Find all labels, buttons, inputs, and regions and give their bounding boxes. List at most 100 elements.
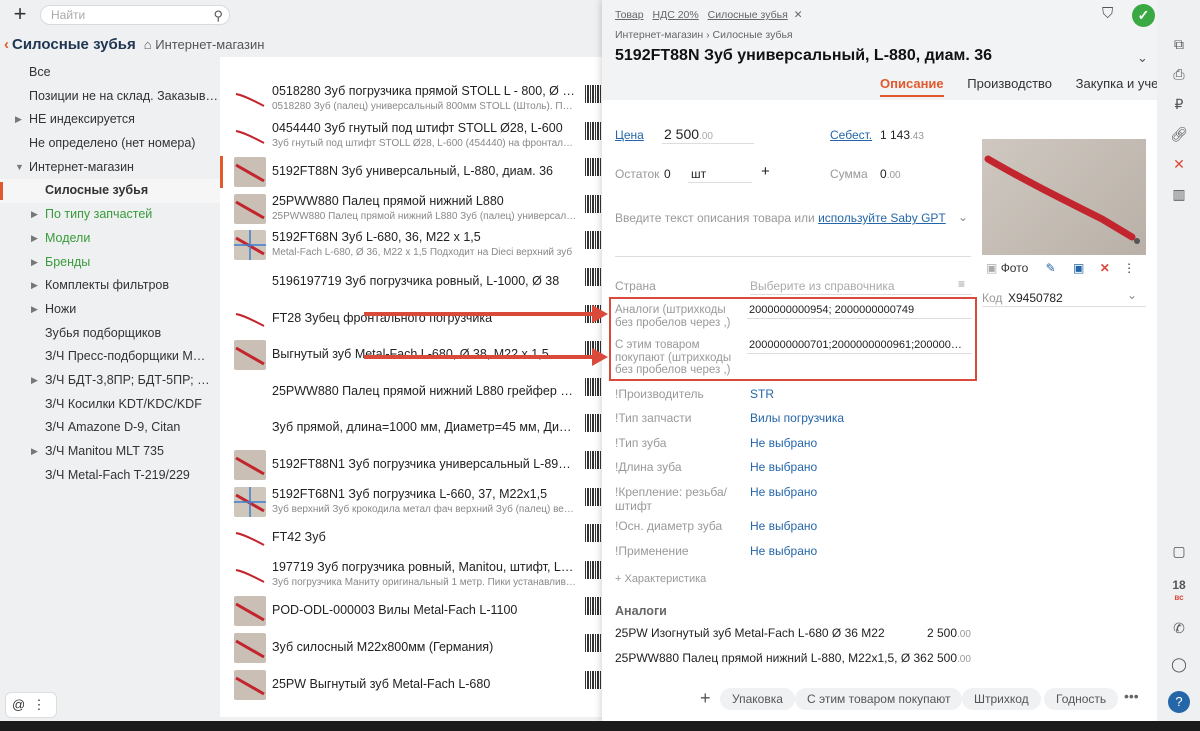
calendar-icon[interactable]: 18 вс xyxy=(1169,579,1189,603)
tree-item[interactable]: Не определено (нет номера) xyxy=(0,132,220,156)
expand-right-icon[interactable]: ▶ xyxy=(31,298,38,322)
phone-icon[interactable]: ✆ xyxy=(1169,620,1189,637)
chip-barcode[interactable]: Штрихкод xyxy=(962,688,1041,710)
expand-right-icon[interactable]: ▶ xyxy=(31,440,38,464)
filter-icon[interactable]: ⛉ xyxy=(1102,5,1113,22)
chevron-down-icon[interactable]: ⌄ xyxy=(1137,50,1148,66)
tree-item[interactable]: Позиции не на склад. Заказыв… xyxy=(0,85,220,109)
add-button[interactable]: + xyxy=(8,3,32,26)
tree-item[interactable]: Все xyxy=(0,61,220,85)
tree-item[interactable]: З/Ч Косилки KDT/KDC/KDF xyxy=(0,393,220,417)
tab-description[interactable]: Описание xyxy=(880,76,944,97)
tree-item[interactable]: ▶ По типу запчастей xyxy=(0,203,220,227)
property-value[interactable]: Не выбрано xyxy=(750,485,817,499)
tree-item[interactable]: З/Ч Пресс-подборщики М… xyxy=(0,345,220,369)
list-item[interactable]: Зуб прямой, длина=1000 мм, Диаметр=45 мм… xyxy=(220,410,602,446)
chip-shelf-life[interactable]: Годность xyxy=(1044,688,1119,710)
photo-button[interactable]: Фото xyxy=(1001,261,1029,275)
tree-item[interactable]: ▶ Ножи xyxy=(0,298,220,322)
tree-item[interactable]: З/Ч Metal-Fach T-219/229 xyxy=(0,464,220,488)
add-characteristic-button[interactable]: + Характеристика xyxy=(615,573,706,585)
tree-item[interactable]: ▶ Комплекты фильтров xyxy=(0,274,220,298)
search-icon[interactable]: ⚲ xyxy=(213,7,223,25)
link-icon[interactable]: 🔗︎ xyxy=(1169,126,1189,143)
breadcrumb[interactable]: ⌂ Интернет-магазин xyxy=(144,37,265,52)
more-vert-icon[interactable]: ⋮ xyxy=(1123,261,1135,275)
at-icon[interactable]: @ xyxy=(12,697,25,712)
country-select[interactable]: Выберите из справочника xyxy=(750,279,895,293)
expand-right-icon[interactable]: ▶ xyxy=(15,108,22,132)
property-value[interactable]: Не выбрано xyxy=(750,544,817,558)
copy-icon[interactable]: ⧉ xyxy=(1169,36,1189,53)
more-chips-icon[interactable]: ••• xyxy=(1124,688,1139,704)
edit-icon[interactable]: ✎ xyxy=(1046,261,1056,275)
list-item[interactable]: 25PW Выгнутый зуб Metal-Fach L-680 xyxy=(220,667,602,703)
expand-right-icon[interactable]: ▶ xyxy=(31,227,38,251)
unit-select[interactable]: шт xyxy=(691,167,706,181)
expand-right-icon[interactable]: ▶ xyxy=(31,203,38,227)
search-input[interactable]: Найти ⚲ xyxy=(40,5,230,25)
cancel-icon[interactable]: ✕ xyxy=(1169,156,1189,173)
code-value[interactable]: Х9450782 xyxy=(1008,291,1063,305)
list-item[interactable]: 5196197719 Зуб погрузчика ровный, L-1000… xyxy=(220,264,602,300)
save-ok-button[interactable]: ✓ xyxy=(1132,4,1155,27)
list-item[interactable]: 197719 Зуб погрузчика ровный, Manitou, ш… xyxy=(220,557,602,593)
back-icon[interactable]: ‹ xyxy=(4,36,9,53)
bottom-tools[interactable]: @ ⋮ xyxy=(5,692,57,718)
tag-folder[interactable]: Силосные зубья xyxy=(708,9,788,21)
cost-label[interactable]: Себест. xyxy=(830,128,872,142)
list-item[interactable]: 0518280 Зуб погрузчика прямой STOLL L - … xyxy=(220,81,602,117)
price-label[interactable]: Цена xyxy=(615,128,644,142)
property-value[interactable]: Не выбрано xyxy=(750,460,817,474)
tree-item[interactable]: ▶ Модели xyxy=(0,227,220,251)
chat-icon[interactable]: ◯ xyxy=(1169,656,1189,673)
property-value[interactable]: Не выбрано xyxy=(750,519,817,533)
chip-bought-together[interactable]: С этим товаром покупают xyxy=(795,688,963,710)
analog-name[interactable]: 25PW Изогнутый зуб Metal-Fach L-680 Ø 36… xyxy=(615,626,885,640)
property-value[interactable]: Вилы погрузчика xyxy=(750,411,844,425)
property-value[interactable]: Не выбрано xyxy=(750,436,817,450)
expand-right-icon[interactable]: ▶ xyxy=(31,274,38,298)
card-breadcrumb[interactable]: Интернет-магазин › Силосные зубья xyxy=(615,29,793,41)
tree-item[interactable]: ▶ З/Ч Manitou MLT 735 xyxy=(0,440,220,464)
list-item[interactable]: 25PWW880 Палец прямой нижний L880 грейфе… xyxy=(220,374,602,410)
ruble-icon[interactable]: ₽ xyxy=(1169,96,1189,113)
list-item[interactable]: FT42 Зуб xyxy=(220,520,602,556)
tree-item[interactable]: ▼ Интернет-магазин xyxy=(0,156,220,180)
print-icon[interactable]: ⎙ xyxy=(1169,66,1189,83)
analog-name[interactable]: 25PWW880 Палец прямой нижний L-880, M22x… xyxy=(615,651,927,665)
expand-chevron-icon[interactable]: ⌄ xyxy=(958,210,968,224)
list-item[interactable]: 25PWW880 Палец прямой нижний L880 25PWW88… xyxy=(220,191,602,227)
list-item[interactable]: POD-ODL-000003 Вилы Metal-Fach L-1100 xyxy=(220,593,602,629)
description-input[interactable]: Введите текст описания товара или исполь… xyxy=(615,211,946,225)
product-photo[interactable] xyxy=(982,139,1146,255)
chip-packaging[interactable]: Упаковка xyxy=(720,688,795,710)
list-item[interactable]: Зуб силосный M22x800мм (Германия) xyxy=(220,630,602,666)
property-value[interactable]: STR xyxy=(750,387,774,401)
list-item[interactable]: FT28 Зубец фронтального погрузчика xyxy=(220,301,602,337)
list-item[interactable]: 0454440 Зуб гнутый под штифт STOLL Ø28, … xyxy=(220,118,602,154)
save-icon[interactable]: ▣ xyxy=(1073,261,1084,275)
tree-item[interactable]: Зубья подборщиков xyxy=(0,322,220,346)
price-value[interactable]: 2 500.00 xyxy=(664,126,713,142)
delete-icon[interactable]: ✕ xyxy=(1100,261,1110,275)
tag-item[interactable]: Товар xyxy=(615,9,644,21)
add-tab-icon[interactable]: + xyxy=(700,688,711,709)
add-stock-icon[interactable]: + xyxy=(761,163,770,180)
tree-item[interactable]: ▶ З/Ч БДТ-3,8ПР; БДТ-5ПР; … xyxy=(0,369,220,393)
close-tag-icon[interactable]: ✕ xyxy=(794,9,803,21)
tree-item[interactable]: ▶ НЕ индексируется xyxy=(0,108,220,132)
notes-icon[interactable]: ▢ xyxy=(1169,543,1189,560)
card-title[interactable]: 5192FT88N Зуб универсальный, L-880, диам… xyxy=(615,47,992,65)
help-icon[interactable]: ? xyxy=(1168,691,1190,713)
tree-item[interactable]: ▶ Бренды xyxy=(0,251,220,275)
list-item[interactable]: 5192FT68N1 Зуб погрузчика L-660, 37, M22… xyxy=(220,484,602,520)
tree-item[interactable]: З/Ч Amazone D-9, Citan xyxy=(0,416,220,440)
tab-production[interactable]: Производство xyxy=(967,76,1052,91)
camera-icon[interactable]: ▣ xyxy=(986,261,997,275)
tab-purchase[interactable]: Закупка и учет xyxy=(1076,76,1164,91)
tree-item[interactable]: Силосные зубья xyxy=(0,179,220,204)
list-icon[interactable]: ≡ xyxy=(958,277,965,291)
code-chevron-icon[interactable]: ⌄ xyxy=(1127,288,1137,302)
barcode-icon[interactable]: ▥ xyxy=(1169,186,1189,203)
